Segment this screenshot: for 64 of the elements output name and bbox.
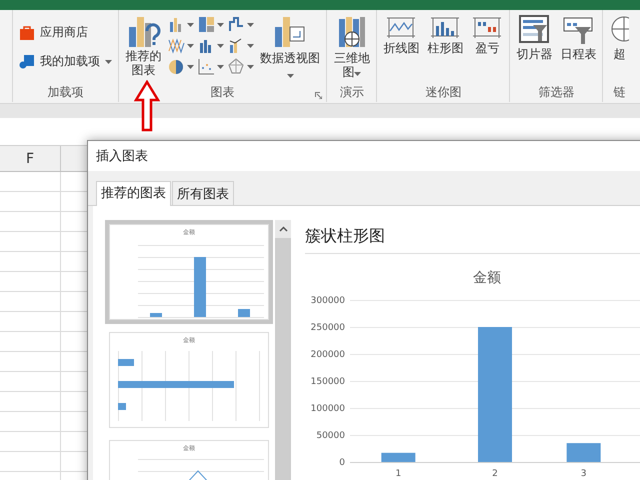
pivot-chart-icon: [273, 15, 308, 49]
chart-type-name: 簇状柱形图: [305, 226, 385, 245]
chart-question-icon: [126, 15, 161, 47]
caret-icon: [217, 64, 224, 68]
caret-icon: [217, 44, 224, 48]
caret-icon: [105, 60, 112, 64]
group-label: 演示: [340, 85, 364, 99]
bar: [381, 452, 416, 462]
x-axis-label: 3: [580, 469, 587, 479]
caret-icon: [187, 44, 194, 48]
caret-icon: [354, 72, 362, 76]
group-label: 迷你图: [425, 85, 462, 99]
y-axis-label: 0: [339, 458, 345, 468]
caret-icon: [247, 44, 254, 48]
group-label: 链: [613, 85, 626, 99]
group-label: 加载项: [48, 85, 84, 99]
myaddins-button[interactable]: 我的加载项: [17, 49, 114, 74]
pivotchart-button[interactable]: 数据透视图: [258, 10, 322, 81]
chart-title: 金额: [473, 270, 501, 286]
caret-icon: [217, 22, 224, 26]
tab[interactable]: 推荐的图表: [96, 181, 171, 206]
group-label: 图表: [210, 85, 235, 99]
waterfall-icon[interactable]: [228, 16, 246, 33]
y-axis-label: 250000: [310, 323, 345, 333]
scrollbar[interactable]: [275, 220, 291, 480]
recommended-button[interactable]: 推荐的图表: [123, 10, 164, 77]
line-chart-icon[interactable]: [168, 37, 186, 54]
caret-icon: [187, 64, 194, 68]
globe-map-icon: [336, 15, 367, 49]
winloss-button[interactable]: 盈亏: [469, 10, 506, 55]
y-axis-label: 50000: [316, 431, 345, 441]
y-axis-label: 150000: [310, 377, 345, 387]
scroll-up-icon[interactable]: [278, 226, 288, 232]
link-button[interactable]: 超: [607, 10, 632, 61]
treemap-icon[interactable]: [198, 16, 216, 33]
group-label: 筛选器: [538, 85, 574, 99]
filter-funnel-icon: [519, 15, 550, 45]
dialog-launcher-icon[interactable]: [315, 92, 322, 99]
slicer-button[interactable]: 切片器: [514, 10, 554, 61]
dialog-title: 插入图表: [96, 148, 148, 165]
caret-icon: [247, 64, 254, 68]
y-axis-label: 300000: [310, 296, 345, 306]
column-header[interactable]: F: [0, 146, 61, 171]
column-sparkline-icon: [429, 15, 462, 39]
timeline-funnel-icon: [563, 15, 594, 45]
tab[interactable]: 所有图表: [172, 181, 234, 205]
sparkcolumn-button[interactable]: 柱形图: [425, 10, 466, 55]
shopping-bag-icon: [19, 24, 35, 40]
win-loss-icon: [471, 15, 504, 39]
pie-chart-icon[interactable]: [168, 58, 186, 75]
y-axis-label: 100000: [310, 404, 345, 414]
x-axis-label: 1: [395, 469, 402, 479]
sparkline-button[interactable]: 折线图: [381, 10, 422, 55]
x-axis-label: 2: [492, 469, 498, 479]
y-axis-label: 200000: [310, 350, 345, 360]
caret-icon: [187, 22, 194, 26]
timeline-button[interactable]: 日程表: [558, 10, 598, 61]
line-sparkline-icon: [385, 15, 418, 39]
store-button[interactable]: 应用商店: [17, 20, 114, 45]
caret-icon: [286, 74, 294, 78]
bar: [566, 443, 601, 462]
caret-icon: [247, 22, 254, 26]
scatter-plot-icon[interactable]: [198, 58, 216, 75]
map3d-button[interactable]: 三维地图: [331, 10, 372, 79]
